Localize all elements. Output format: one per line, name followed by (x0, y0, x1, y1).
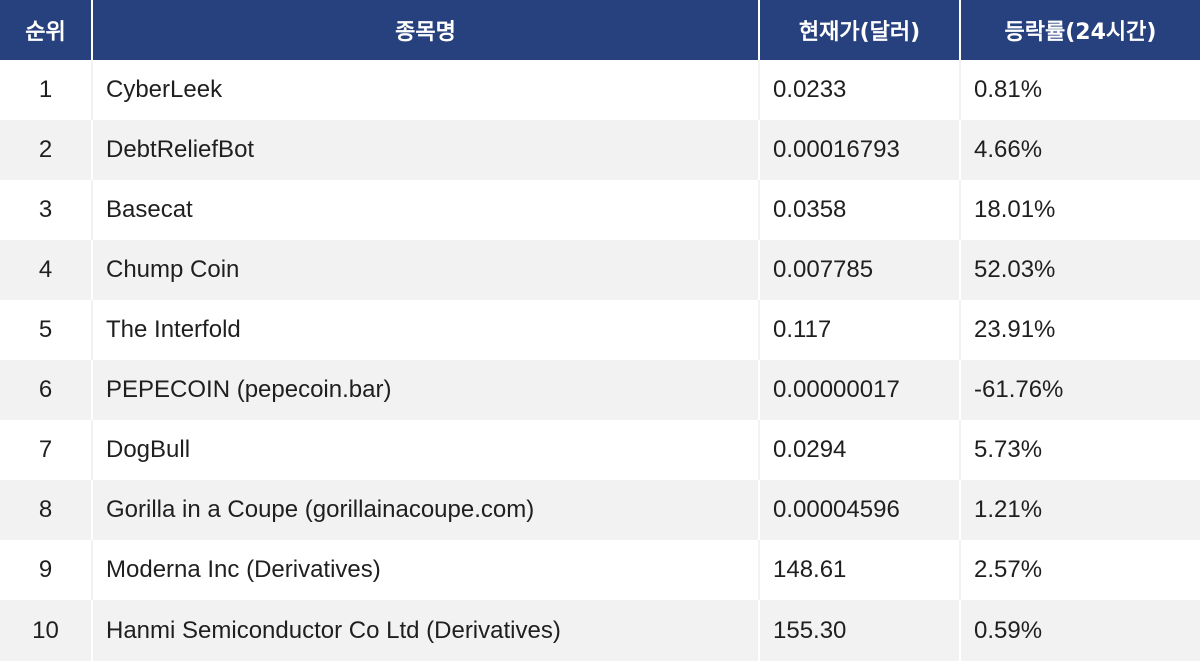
cell-change: 4.66% (960, 120, 1200, 180)
cell-name: Chump Coin (92, 240, 760, 300)
cell-change: 52.03% (960, 240, 1200, 300)
table-row: 3 Basecat 0.0358 18.01% (0, 180, 1200, 240)
cell-name: The Interfold (92, 300, 760, 360)
table-row: 5 The Interfold 0.117 23.91% (0, 300, 1200, 360)
cell-change: -61.76% (960, 360, 1200, 420)
cell-change: 0.81% (960, 60, 1200, 120)
cell-change: 0.59% (960, 600, 1200, 661)
cell-price: 155.30 (759, 600, 961, 661)
cell-price: 0.00016793 (759, 120, 961, 180)
cell-name: Moderna Inc (Derivatives) (92, 540, 760, 600)
cell-name: Hanmi Semiconductor Co Ltd (Derivatives) (92, 600, 760, 661)
table-row: 9 Moderna Inc (Derivatives) 148.61 2.57% (0, 540, 1200, 600)
table-row: 6 PEPECOIN (pepecoin.bar) 0.00000017 -61… (0, 360, 1200, 420)
cell-name: DogBull (92, 420, 760, 480)
cell-change: 2.57% (960, 540, 1200, 600)
cell-rank: 9 (0, 540, 93, 600)
header-row: 순위 종목명 현재가(달러) 등락률(24시간) (0, 0, 1200, 60)
header-change: 등락률(24시간) (960, 0, 1200, 60)
table-row: 4 Chump Coin 0.007785 52.03% (0, 240, 1200, 300)
cell-price: 0.0358 (759, 180, 961, 240)
table-row: 2 DebtReliefBot 0.00016793 4.66% (0, 120, 1200, 180)
header-rank: 순위 (0, 0, 93, 60)
cell-rank: 10 (0, 600, 93, 661)
table-row: 1 CyberLeek 0.0233 0.81% (0, 60, 1200, 120)
cell-rank: 2 (0, 120, 93, 180)
cell-rank: 3 (0, 180, 93, 240)
table-row: 10 Hanmi Semiconductor Co Ltd (Derivativ… (0, 600, 1200, 661)
cell-change: 23.91% (960, 300, 1200, 360)
cell-rank: 1 (0, 60, 93, 120)
cell-rank: 7 (0, 420, 93, 480)
table-header: 순위 종목명 현재가(달러) 등락률(24시간) (0, 0, 1200, 60)
cell-name: Basecat (92, 180, 760, 240)
cell-price: 0.00000017 (759, 360, 961, 420)
table-row: 7 DogBull 0.0294 5.73% (0, 420, 1200, 480)
cell-rank: 8 (0, 480, 93, 540)
header-name: 종목명 (92, 0, 760, 60)
cell-name: Gorilla in a Coupe (gorillainacoupe.com) (92, 480, 760, 540)
cell-price: 0.0294 (759, 420, 961, 480)
cell-rank: 5 (0, 300, 93, 360)
cell-name: CyberLeek (92, 60, 760, 120)
cell-change: 18.01% (960, 180, 1200, 240)
cell-name: PEPECOIN (pepecoin.bar) (92, 360, 760, 420)
table-body: 1 CyberLeek 0.0233 0.81% 2 DebtReliefBot… (0, 60, 1200, 661)
cell-price: 0.007785 (759, 240, 961, 300)
table-row: 8 Gorilla in a Coupe (gorillainacoupe.co… (0, 480, 1200, 540)
crypto-ranking-table: 순위 종목명 현재가(달러) 등락률(24시간) 1 CyberLeek 0.0… (0, 0, 1200, 661)
cell-price: 0.117 (759, 300, 961, 360)
cell-rank: 4 (0, 240, 93, 300)
cell-rank: 6 (0, 360, 93, 420)
cell-change: 1.21% (960, 480, 1200, 540)
header-price: 현재가(달러) (759, 0, 961, 60)
cell-change: 5.73% (960, 420, 1200, 480)
cell-name: DebtReliefBot (92, 120, 760, 180)
cell-price: 0.00004596 (759, 480, 961, 540)
cell-price: 0.0233 (759, 60, 961, 120)
cell-price: 148.61 (759, 540, 961, 600)
